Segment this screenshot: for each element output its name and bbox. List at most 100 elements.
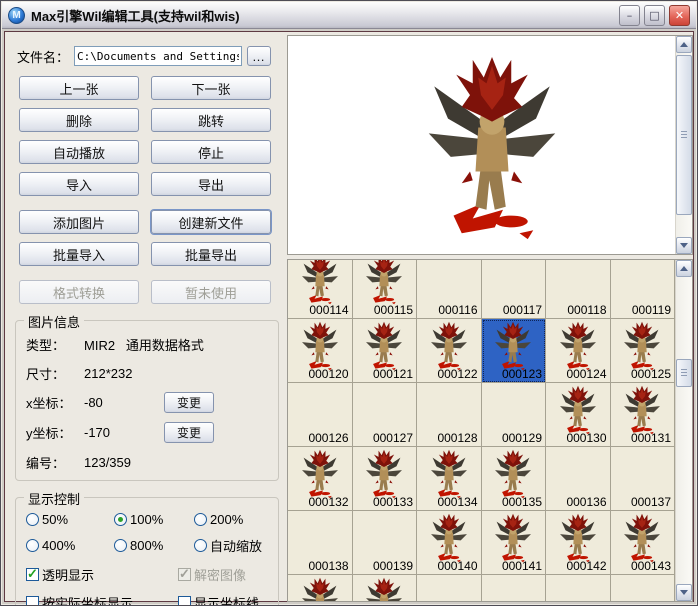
create-file-button[interactable]: 创建新文件 <box>151 210 271 234</box>
grid-scroll-track[interactable] <box>676 277 692 584</box>
filename-label: 文件名： <box>17 47 69 66</box>
checkbox-透明显示[interactable]: 透明显示 <box>26 565 178 584</box>
thumbnail-number: 000142 <box>566 559 606 573</box>
thumbnail-cell-000135[interactable]: 000135 <box>482 447 547 511</box>
zoom-radio-自动缩放[interactable]: 自动缩放 <box>194 536 270 555</box>
display-control-title: 显示控制 <box>24 489 84 508</box>
monster-sprite <box>364 321 404 371</box>
thumbnail-cell-000141[interactable]: 000141 <box>482 511 547 575</box>
monster-sprite <box>429 513 469 563</box>
zoom-radio-400%[interactable]: 400% <box>26 536 114 555</box>
radio-icon <box>26 513 39 526</box>
maximize-button[interactable]: □ <box>644 5 665 26</box>
thumbnail-cell-000137[interactable]: 000137 <box>611 447 676 511</box>
zoom-radio-200%[interactable]: 200% <box>194 512 270 527</box>
zoom-radio-800%[interactable]: 800% <box>114 536 194 555</box>
thumbnail-cell-000121[interactable]: 000121 <box>353 319 418 383</box>
minimize-button[interactable]: – <box>619 5 640 26</box>
zoom-radio-50%[interactable]: 50% <box>26 512 114 527</box>
thumbnail-cell-000139[interactable]: 000139 <box>353 511 418 575</box>
delete-button[interactable]: 删除 <box>19 108 139 132</box>
preview-scroll-down-button[interactable] <box>676 237 692 254</box>
thumbnail-cell-000119[interactable]: 000119 <box>611 260 676 319</box>
preview-canvas[interactable] <box>288 36 675 254</box>
thumbnail-cell-000128[interactable]: 000128 <box>417 383 482 447</box>
browse-button[interactable]: … <box>247 46 271 66</box>
grid-scroll-up-button[interactable] <box>676 260 692 277</box>
prev-button[interactable]: 上一张 <box>19 76 139 100</box>
jump-button[interactable]: 跳转 <box>151 108 271 132</box>
thumbnail-cell-000138[interactable]: 000138 <box>288 511 353 575</box>
preview-scroll-track[interactable] <box>676 53 692 237</box>
monster-sprite <box>493 321 533 371</box>
export-button[interactable]: 导出 <box>151 172 271 196</box>
display-checkboxes: 透明显示解密图像按实际坐标显示显示坐标线 <box>26 565 270 606</box>
zoom-radio-100%[interactable]: 100% <box>114 512 194 527</box>
thumbnail-cell-000136[interactable]: 000136 <box>546 447 611 511</box>
filename-input[interactable] <box>74 46 242 66</box>
thumbnail-cell-000132[interactable]: 000132 <box>288 447 353 511</box>
thumbnail-cell-000118[interactable]: 000118 <box>546 260 611 319</box>
thumbnail-cell-000120[interactable]: 000120 <box>288 319 353 383</box>
monster-sprite <box>364 577 404 601</box>
thumbnail-cell-000142[interactable]: 000142 <box>546 511 611 575</box>
preview-scroll-thumb[interactable] <box>676 55 692 215</box>
monster-sprite <box>558 513 598 563</box>
thumbnail-cell-000124[interactable]: 000124 <box>546 319 611 383</box>
thumbnail-cell[interactable] <box>417 575 482 601</box>
thumbnail-cell-000116[interactable]: 000116 <box>417 260 482 319</box>
thumbnail-cell-000131[interactable]: 000131 <box>611 383 676 447</box>
thumbnail-cell[interactable] <box>611 575 676 601</box>
grid-scroll-down-button[interactable] <box>676 584 692 601</box>
chevron-down-icon <box>680 243 688 248</box>
window-title: Max引擎Wil编辑工具(支持wil和wis) <box>31 6 619 25</box>
grid-scroll-thumb[interactable] <box>676 359 692 387</box>
change-y-button[interactable]: 变更 <box>164 422 214 443</box>
thumbnail-cell[interactable] <box>482 575 547 601</box>
checkbox-显示坐标线[interactable]: 显示坐标线 <box>178 593 270 606</box>
monster-sprite <box>429 449 469 499</box>
thumbnail-cell-000133[interactable]: 000133 <box>353 447 418 511</box>
thumbnail-cell-000127[interactable]: 000127 <box>353 383 418 447</box>
monster-sprite <box>429 321 469 371</box>
thumbnail-cell-000123[interactable]: 000123 <box>482 319 547 383</box>
change-x-button[interactable]: 变更 <box>164 392 214 413</box>
close-button[interactable]: ✕ <box>669 5 690 26</box>
thumbnail-cell-000125[interactable]: 000125 <box>611 319 676 383</box>
thumbnail-cell-000114[interactable]: 000114 <box>288 260 353 319</box>
batch-export-button[interactable]: 批量导出 <box>151 242 271 266</box>
thumbnail-cell[interactable] <box>546 575 611 601</box>
autoplay-button[interactable]: 自动播放 <box>19 140 139 164</box>
preview-scroll-up-button[interactable] <box>676 36 692 53</box>
y-coord-value: -170 <box>84 425 110 440</box>
preview-scrollbar[interactable] <box>675 36 692 254</box>
thumbnail-cell-000143[interactable]: 000143 <box>611 511 676 575</box>
stop-button[interactable]: 停止 <box>151 140 271 164</box>
thumbnail-cell-000129[interactable]: 000129 <box>482 383 547 447</box>
thumbnail-cell-000140[interactable]: 000140 <box>417 511 482 575</box>
next-button[interactable]: 下一张 <box>151 76 271 100</box>
thumbnail-cell-000122[interactable]: 000122 <box>417 319 482 383</box>
thumbnail-cell-000115[interactable]: 000115 <box>353 260 418 319</box>
preview-pane <box>287 35 693 255</box>
thumbnail-number: 000124 <box>566 367 606 381</box>
thumbnail-cell[interactable] <box>353 575 418 601</box>
thumbnail-number: 000139 <box>373 559 413 573</box>
thumbnail-cell[interactable] <box>288 575 353 601</box>
thumbnail-cell-000126[interactable]: 000126 <box>288 383 353 447</box>
grid-scrollbar[interactable] <box>675 260 692 601</box>
chevron-down-icon <box>680 590 688 595</box>
radio-icon <box>114 513 127 526</box>
checkbox-按实际坐标显示[interactable]: 按实际坐标显示 <box>26 593 178 606</box>
import-button[interactable]: 导入 <box>19 172 139 196</box>
thumbnail-cell-000117[interactable]: 000117 <box>482 260 547 319</box>
thumbnail-number: 000121 <box>373 367 413 381</box>
add-image-button[interactable]: 添加图片 <box>19 210 139 234</box>
batch-import-button[interactable]: 批量导入 <box>19 242 139 266</box>
thumbnail-number: 000116 <box>438 303 477 317</box>
thumbnail-cell-000134[interactable]: 000134 <box>417 447 482 511</box>
radio-icon <box>114 539 127 552</box>
thumbnail-row <box>288 575 675 601</box>
thumbnail-cell-000130[interactable]: 000130 <box>546 383 611 447</box>
thumbnail-number: 000132 <box>308 495 348 509</box>
